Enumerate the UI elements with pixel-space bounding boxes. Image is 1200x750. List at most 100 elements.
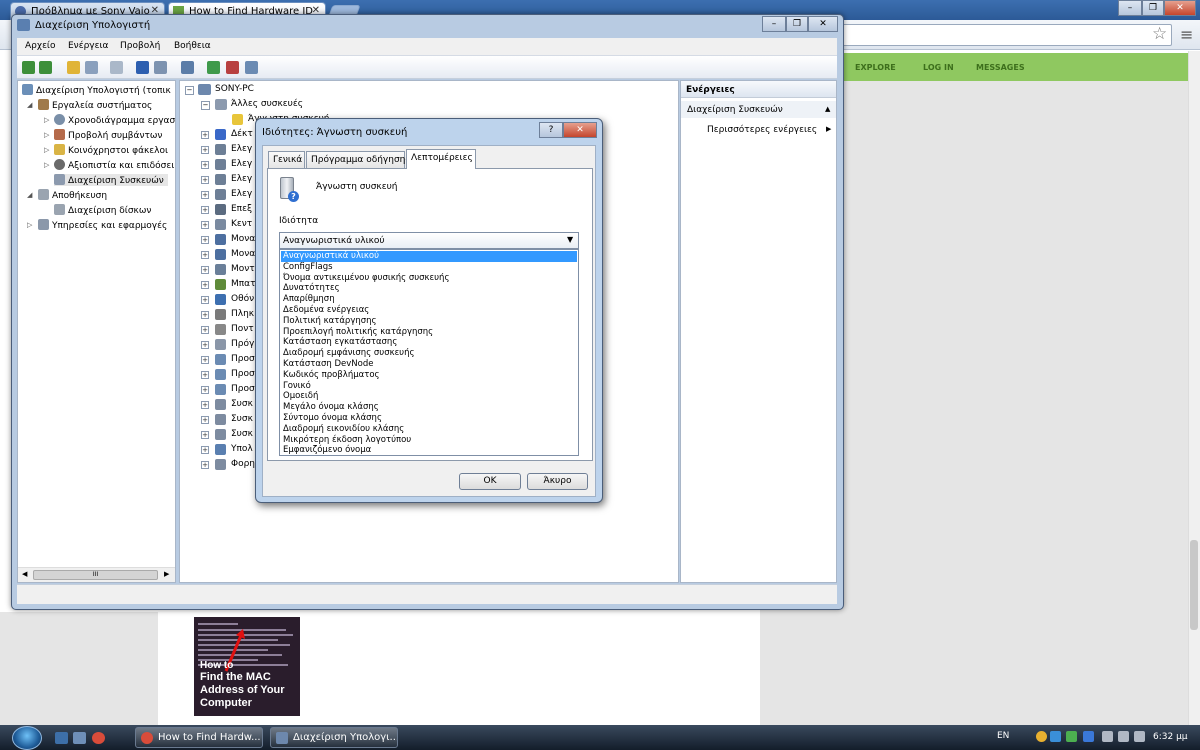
expand-box-icon[interactable]: + [201, 266, 209, 274]
property-option[interactable]: Απαρίθμηση [281, 294, 577, 305]
device-root-sony-pc[interactable]: SONY-PC [215, 84, 254, 94]
property-option[interactable]: Εμφανιζόμενο όνομα [281, 445, 577, 456]
chrome-quicklaunch-icon[interactable] [92, 732, 105, 744]
tree-item-device-manager[interactable]: Διαχείριση Συσκευών [54, 174, 168, 186]
expand-arrow-icon[interactable]: ▷ [44, 161, 49, 169]
show-hide-tree-icon[interactable] [85, 61, 98, 74]
expand-box-icon[interactable]: + [201, 131, 209, 139]
collapse-section-icon[interactable]: ▲ [825, 105, 830, 113]
actions-section-device-manager[interactable]: Διαχείριση Συσκευών ▲ [681, 101, 836, 118]
expand-box-icon[interactable]: + [201, 296, 209, 304]
expand-arrow-icon[interactable]: ▷ [44, 116, 49, 124]
tree-horizontal-scrollbar[interactable]: ◀ III ▶ [18, 567, 175, 582]
property-select[interactable]: Αναγνωριστικά υλικού ▼ [279, 232, 579, 249]
expand-box-icon[interactable]: + [201, 236, 209, 244]
more-actions-item[interactable]: Περισσότερες ενέργειες ▶ [681, 121, 836, 138]
expand-box-icon[interactable]: + [201, 461, 209, 469]
property-option[interactable]: Διαδρομή εικονιδίου κλάσης [281, 424, 577, 435]
dropdown-arrow-icon[interactable]: ▼ [567, 235, 573, 244]
expand-box-icon[interactable]: + [201, 401, 209, 409]
expand-box-icon[interactable]: + [201, 386, 209, 394]
property-option[interactable]: Κατάσταση εγκατάστασης [281, 337, 577, 348]
browser-minimize-button[interactable]: – [1118, 0, 1142, 16]
property-option[interactable]: Αναγνωριστικά υλικού [281, 251, 577, 262]
property-option[interactable]: Μεγάλο όνομα κλάσης [281, 402, 577, 413]
cm-maximize-button[interactable]: ❐ [786, 16, 808, 32]
tab-driver[interactable]: Πρόγραμμα οδήγησης [306, 151, 411, 168]
cm-minimize-button[interactable]: – [762, 16, 786, 32]
clock[interactable]: 6:32 μμ [1153, 732, 1188, 742]
show-desktop-icon[interactable] [55, 732, 68, 744]
network-icon[interactable] [1118, 731, 1129, 742]
expand-box-icon[interactable]: + [201, 251, 209, 259]
expand-box-icon[interactable]: + [201, 206, 209, 214]
scroll-thumb[interactable]: III [33, 570, 158, 580]
expand-box-icon[interactable]: + [201, 341, 209, 349]
collapse-arrow-icon[interactable]: ◢ [27, 191, 32, 199]
tree-item-task-scheduler[interactable]: Χρονοδιάγραμμα εργασ [54, 114, 175, 126]
collapse-box-icon[interactable]: − [201, 101, 210, 110]
show-hide-action-pane-icon[interactable] [154, 61, 167, 74]
uninstall-icon[interactable] [226, 61, 239, 74]
start-button[interactable] [12, 726, 42, 750]
expand-box-icon[interactable]: + [201, 281, 209, 289]
expand-arrow-icon[interactable]: ▷ [44, 131, 49, 139]
power-icon[interactable] [1102, 731, 1113, 742]
browser-close-button[interactable]: ✕ [1164, 0, 1196, 16]
update-driver-icon[interactable] [207, 61, 220, 74]
expand-box-icon[interactable]: + [201, 446, 209, 454]
tree-item-shared-folders[interactable]: Κοινόχρηστοι φάκελοι [54, 144, 168, 156]
language-indicator[interactable]: EN [997, 731, 1009, 741]
tray-update-icon[interactable] [1066, 731, 1077, 742]
taskbar-browser-button[interactable]: How to Find Hardw... [135, 727, 263, 748]
menu-help[interactable]: Βοήθεια [174, 41, 211, 51]
tree-item-event-viewer[interactable]: Προβολή συμβάντων [54, 129, 162, 141]
expand-box-icon[interactable]: + [201, 371, 209, 379]
up-folder-icon[interactable] [67, 61, 80, 74]
property-option[interactable]: Όνομα αντικειμένου φυσικής συσκευής [281, 273, 577, 284]
menu-file[interactable]: Αρχείο [25, 41, 56, 51]
enable-device-icon[interactable] [245, 61, 258, 74]
expand-arrow-icon[interactable]: ▷ [27, 221, 32, 229]
expand-box-icon[interactable]: + [201, 176, 209, 184]
expand-arrow-icon[interactable]: ▷ [44, 146, 49, 154]
property-option[interactable]: Δυνατότητες [281, 283, 577, 294]
address-bar[interactable] [820, 24, 1172, 46]
expand-box-icon[interactable]: + [201, 146, 209, 154]
computer-management-titlebar[interactable]: Διαχείριση Υπολογιστή – ❐ ✕ [12, 15, 842, 37]
menu-action[interactable]: Ενέργεια [68, 41, 108, 51]
expand-box-icon[interactable]: + [201, 311, 209, 319]
nav-messages-link[interactable]: MESSAGES [976, 63, 1025, 72]
tray-shield-icon[interactable] [1050, 731, 1061, 742]
taskbar-computer-management-button[interactable]: Διαχείριση Υπολογι... [270, 727, 398, 748]
tree-item-storage[interactable]: Αποθήκευση [38, 189, 107, 201]
dialog-help-button[interactable]: ? [539, 122, 563, 138]
forward-icon[interactable] [39, 61, 52, 74]
tree-item-disk-management[interactable]: Διαχείριση δίσκων [54, 204, 151, 216]
browser-restore-button[interactable]: ❐ [1142, 0, 1164, 16]
back-icon[interactable] [22, 61, 35, 74]
tree-item-computer-management[interactable]: Διαχείριση Υπολογιστή (τοπικ [22, 84, 171, 96]
property-option[interactable]: Σύντομο όνομα κλάσης [281, 413, 577, 424]
scroll-right-icon[interactable]: ▶ [164, 570, 169, 578]
collapse-arrow-icon[interactable]: ◢ [27, 101, 32, 109]
page-scrollbar-thumb[interactable] [1190, 540, 1198, 630]
property-option[interactable]: Γονικό [281, 381, 577, 392]
expand-box-icon[interactable]: + [201, 326, 209, 334]
property-option[interactable]: Πολιτική κατάργησης [281, 316, 577, 327]
volume-icon[interactable] [1134, 731, 1145, 742]
tab-general[interactable]: Γενικά [268, 151, 305, 168]
tray-app-icon[interactable] [1036, 731, 1047, 742]
property-option[interactable]: Κατάσταση DevNode [281, 359, 577, 370]
browser-menu-icon[interactable]: ≡ [1180, 25, 1193, 44]
ok-button[interactable]: ΟΚ [459, 473, 521, 490]
cancel-button[interactable]: Άκυρο [527, 473, 588, 490]
nav-login-link[interactable]: LOG IN [923, 63, 954, 72]
bookmark-star-icon[interactable]: ☆ [1152, 24, 1167, 44]
menu-view[interactable]: Προβολή [120, 41, 160, 51]
tree-item-system-tools[interactable]: Εργαλεία συστήματος [38, 99, 152, 111]
tree-item-reliability-performance[interactable]: Αξιοπιστία και επιδόσει [54, 159, 174, 171]
scan-hardware-icon[interactable] [181, 61, 194, 74]
cm-close-button[interactable]: ✕ [808, 16, 838, 32]
export-list-icon[interactable] [110, 61, 123, 74]
